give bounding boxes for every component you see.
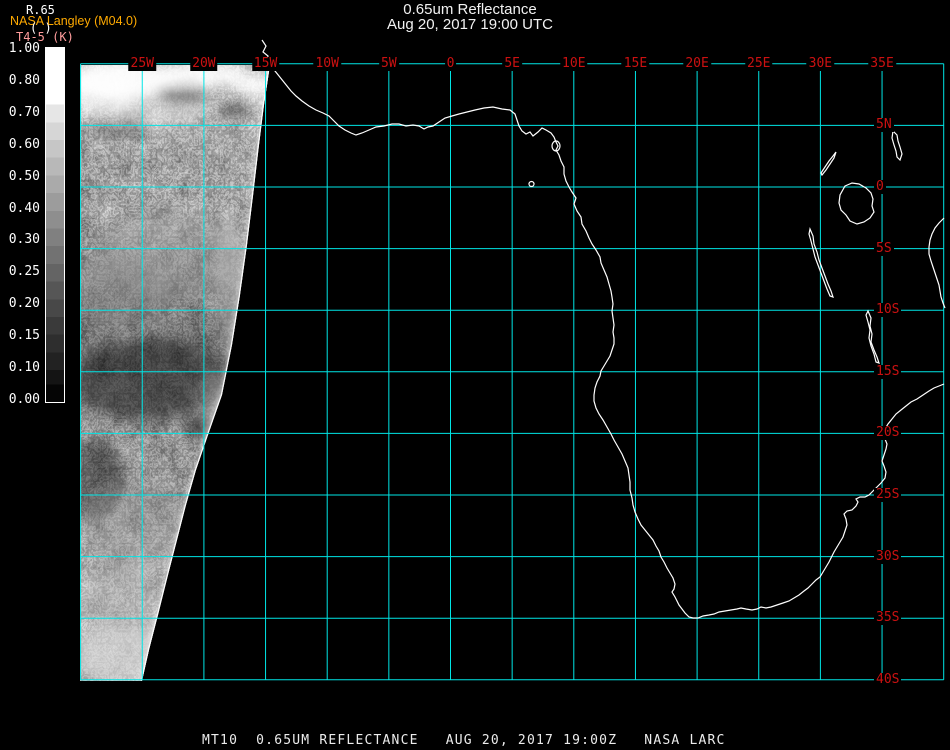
footer-caption: MT10 0.65UM REFLECTANCE AUG 20, 2017 19:…: [202, 733, 726, 748]
lat-label-40S: 40S: [874, 671, 902, 687]
colorbar-tick-0.15: 0.15: [8, 328, 40, 344]
colorbar-tick-0.50: 0.50: [8, 168, 40, 184]
page-title: 0.65um Reflectance: [403, 1, 537, 18]
lat-label-10S: 10S: [874, 302, 902, 318]
lon-label-15W: 15W: [251, 56, 280, 71]
lon-label-0: 0: [444, 56, 457, 71]
lon-label-5E: 5E: [502, 56, 522, 71]
colorbar-tick-0.00: 0.00: [8, 391, 40, 407]
lat-label-15S: 15S: [874, 363, 902, 379]
lat-label-25S: 25S: [874, 487, 902, 502]
lat-label-30S: 30S: [874, 548, 902, 564]
colorbar-tick-0.80: 0.80: [8, 72, 40, 88]
colorbar-tick-0.30: 0.30: [8, 232, 40, 248]
lat-label-5N: 5N: [874, 117, 894, 133]
page-subtitle: Aug 20, 2017 19:00 UTC: [387, 16, 553, 33]
lon-label-10E: 10E: [560, 56, 588, 71]
graticule-labels: 25W 20W 15W 10W 5W 0 5E 10E 15E 20E 25E 30E 35E 5N 0 5S…: [0, 0, 950, 750]
satellite-product-screen: 25W 20W 15W 10W 5W 0 5E 10E 15E 20E 25E 30E 35E 5N 0 5S…: [0, 0, 950, 750]
colorbar-gradient: [45, 47, 65, 403]
colorbar-tick-1.00: 1.00: [8, 41, 40, 56]
lat-label-35S: 35S: [874, 610, 902, 626]
lon-label-20E: 20E: [683, 56, 711, 71]
lon-label-25E: 25E: [745, 56, 773, 71]
lon-label-10W: 10W: [313, 56, 341, 71]
colorbar-tick-0.25: 0.25: [8, 264, 40, 280]
lat-label-5S: 5S: [874, 240, 894, 256]
lat-label-0: 0: [874, 179, 886, 194]
lon-label-25W: 25W: [128, 56, 156, 71]
lon-label-30E: 30E: [806, 56, 835, 71]
lat-label-20S: 20S: [874, 425, 902, 441]
colorbar-tick-0.40: 0.40: [8, 200, 40, 216]
lon-label-15E: 15E: [621, 56, 650, 71]
colorbar-tick-0.10: 0.10: [8, 360, 40, 375]
lon-label-20W: 20W: [190, 56, 218, 71]
colorbar-tick-0.60: 0.60: [8, 136, 40, 152]
colorbar-tick-0.20: 0.20: [8, 296, 40, 312]
lon-label-5W: 5W: [379, 56, 399, 71]
colorbar-tick-0.70: 0.70: [8, 104, 40, 120]
lon-label-35E: 35E: [868, 56, 896, 71]
